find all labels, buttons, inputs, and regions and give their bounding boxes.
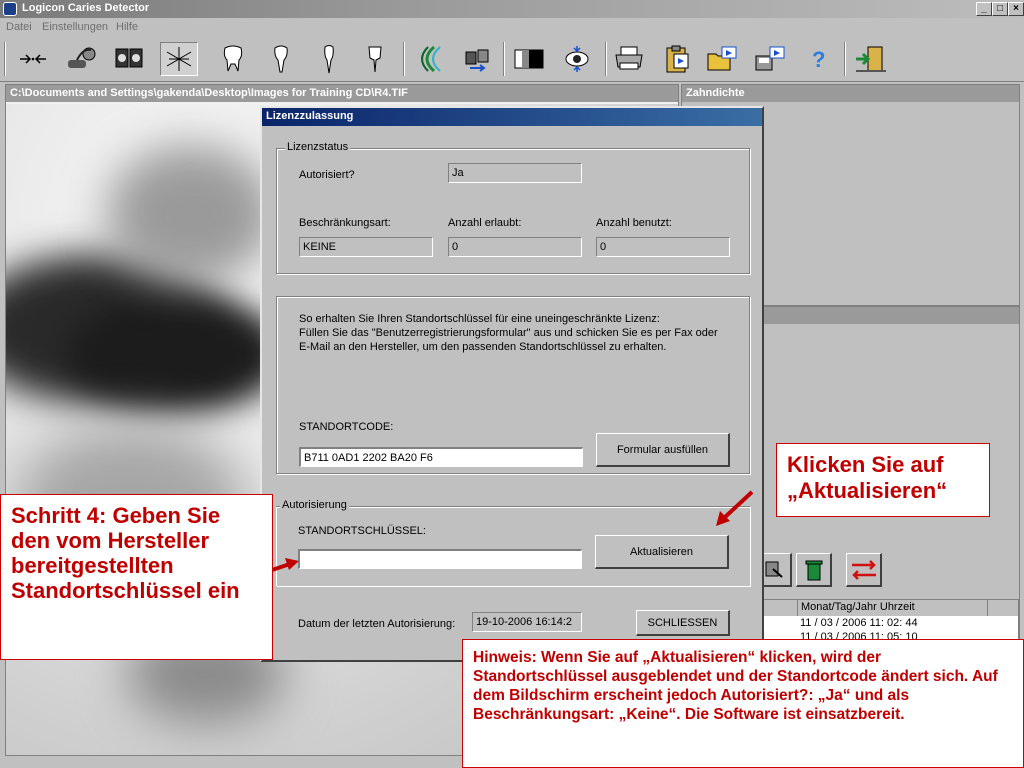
step4-annotation: Schritt 4: Geben Sie den vom Hersteller … [0,494,273,660]
hint-annotation: Hinweis: Wenn Sie auf „Aktualisieren“ kl… [462,639,1024,768]
click-update-annotation: Klicken Sie auf „Aktualisieren“ [776,443,990,517]
arrow-to-update-button [716,490,754,526]
